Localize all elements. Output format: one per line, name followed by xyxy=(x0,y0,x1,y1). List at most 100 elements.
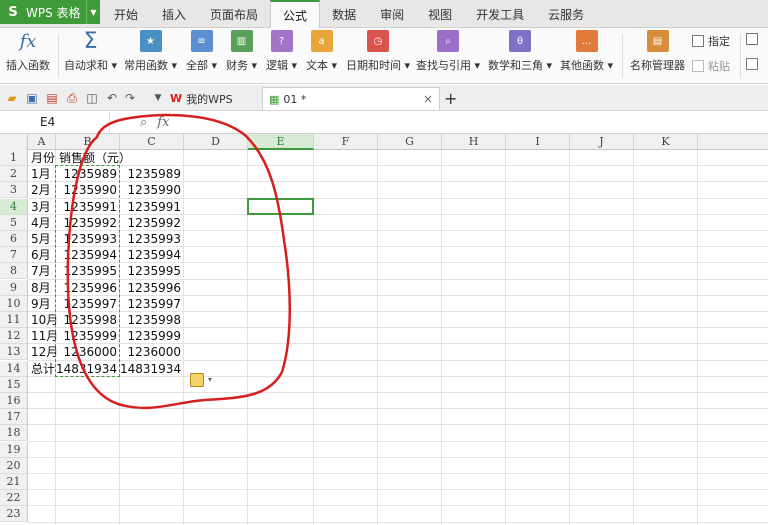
cell-a1[interactable]: 月份 xyxy=(28,150,55,166)
row-header-23[interactable]: 23 xyxy=(0,506,28,523)
row-header-15[interactable]: 15 xyxy=(0,376,28,393)
cell-a7[interactable]: 6月 xyxy=(28,247,53,263)
cell-a2[interactable]: 1月 xyxy=(28,166,53,182)
column-header-a[interactable]: A xyxy=(28,134,56,150)
tab-data[interactable]: 数据 xyxy=(320,0,368,28)
row-header-9[interactable]: 9 xyxy=(0,279,28,296)
row-header-4[interactable]: 4 xyxy=(0,198,28,215)
row-header-10[interactable]: 10 xyxy=(0,295,28,312)
column-header-e[interactable]: E xyxy=(248,134,314,150)
tab-home[interactable]: 开始 xyxy=(102,0,150,28)
paste-names-button[interactable]: 粘贴 xyxy=(692,58,730,74)
name-box[interactable]: E4 xyxy=(0,112,110,133)
trace-precedents-button[interactable] xyxy=(746,33,762,45)
cell-c13[interactable]: 1236000 xyxy=(120,344,181,360)
paste-options-icon[interactable] xyxy=(190,372,204,387)
cell-a3[interactable]: 2月 xyxy=(28,182,53,198)
redo-icon[interactable]: ↷ xyxy=(122,90,138,106)
cell-a14[interactable]: 总计 xyxy=(28,361,55,377)
cell-c3[interactable]: 1235990 xyxy=(120,182,181,198)
insert-function-button[interactable]: fx 插入函数 xyxy=(6,30,50,73)
active-cell-selection[interactable] xyxy=(247,197,314,215)
cell-c9[interactable]: 1235996 xyxy=(120,280,181,296)
autosum-button[interactable]: Σ 自动求和 ▾ xyxy=(64,29,117,73)
tab-view[interactable]: 视图 xyxy=(416,0,464,28)
customize-dropdown-icon[interactable]: ▼ xyxy=(150,90,166,106)
cell-c8[interactable]: 1235995 xyxy=(120,263,181,279)
row-header-13[interactable]: 13 xyxy=(0,344,28,361)
row-header-19[interactable]: 19 xyxy=(0,441,28,458)
row-header-1[interactable]: 1 xyxy=(0,150,28,166)
logic-button[interactable]: ? 逻辑 ▾ xyxy=(266,30,297,73)
new-tab-button[interactable]: + xyxy=(444,87,457,110)
paste-options-dropdown-icon[interactable]: ▾ xyxy=(208,375,212,384)
cell-a5[interactable]: 4月 xyxy=(28,215,53,231)
tab-formulas[interactable]: 公式 xyxy=(270,0,321,28)
cell-c10[interactable]: 1235997 xyxy=(120,296,181,312)
app-dropdown-icon[interactable]: ▼ xyxy=(86,0,100,24)
row-header-2[interactable]: 2 xyxy=(0,166,28,183)
cell-a4[interactable]: 3月 xyxy=(28,199,53,215)
lookup-button[interactable]: ⌕ 查找与引用 ▾ xyxy=(416,30,480,73)
tab-insert[interactable]: 插入 xyxy=(150,0,198,28)
trace-dependents-button[interactable] xyxy=(746,58,762,70)
cell-c2[interactable]: 1235989 xyxy=(120,166,181,182)
column-header-g[interactable]: G xyxy=(378,134,442,150)
name-manager-button[interactable]: ▤ 名称管理器 xyxy=(630,30,685,73)
row-header-6[interactable]: 6 xyxy=(0,231,28,247)
cell-a13[interactable]: 12月 xyxy=(28,344,58,360)
cell-c7[interactable]: 1235994 xyxy=(120,247,181,263)
finance-button[interactable]: ▥ 财务 ▾ xyxy=(226,30,257,73)
print-icon[interactable]: ⎙ xyxy=(64,90,80,106)
column-header-k[interactable]: K xyxy=(634,134,698,150)
all-functions-button[interactable]: ≡ 全部 ▾ xyxy=(186,30,217,73)
row-header-17[interactable]: 17 xyxy=(0,409,28,426)
doc-tab-file[interactable]: ▦ 01 * × xyxy=(262,87,440,110)
cell-a11[interactable]: 10月 xyxy=(28,312,58,328)
row-header-22[interactable]: 22 xyxy=(0,490,28,507)
cell-c12[interactable]: 1235999 xyxy=(120,328,181,344)
row-header-7[interactable]: 7 xyxy=(0,247,28,264)
cell-c5[interactable]: 1235992 xyxy=(120,215,181,231)
column-header-c[interactable]: C xyxy=(120,134,184,150)
cell-a9[interactable]: 8月 xyxy=(28,280,53,296)
print-preview-icon[interactable]: ◫ xyxy=(84,90,100,106)
cell-a8[interactable]: 7月 xyxy=(28,263,53,279)
row-header-21[interactable]: 21 xyxy=(0,474,28,490)
cell-a6[interactable]: 5月 xyxy=(28,231,53,247)
column-header-d[interactable]: D xyxy=(184,134,248,150)
zoom-search-icon[interactable]: ⌕ xyxy=(140,115,147,130)
row-header-11[interactable]: 11 xyxy=(0,312,28,328)
close-tab-icon[interactable]: × xyxy=(423,92,433,106)
cell-b1[interactable]: 销售额（元） xyxy=(56,150,131,166)
math-button[interactable]: θ 数学和三角 ▾ xyxy=(488,30,552,73)
save-icon[interactable]: ▣ xyxy=(24,90,40,106)
common-functions-button[interactable]: ★ 常用函数 ▾ xyxy=(124,30,177,73)
column-header-h[interactable]: H xyxy=(442,134,506,150)
row-header-20[interactable]: 20 xyxy=(0,457,28,474)
row-header-5[interactable]: 5 xyxy=(0,214,28,231)
spreadsheet-grid[interactable]: ABCDEFGHIJK 1 2 3 4 5 6 7 8 9 10 11 12 13 14 15 16 17 18 1… xyxy=(0,134,768,525)
select-all-corner[interactable] xyxy=(0,134,28,150)
app-menu-button[interactable]: S WPS 表格 ▼ xyxy=(0,0,100,24)
row-header-18[interactable]: 18 xyxy=(0,425,28,442)
text-button[interactable]: a 文本 ▾ xyxy=(306,30,337,73)
datetime-button[interactable]: ◷ 日期和时间 ▾ xyxy=(346,30,410,73)
tab-developer[interactable]: 开发工具 xyxy=(464,0,536,28)
fx-icon[interactable]: fx xyxy=(157,115,169,130)
row-header-8[interactable]: 8 xyxy=(0,263,28,280)
row-header-14[interactable]: 14 xyxy=(0,360,28,377)
open-folder-icon[interactable]: ▰ xyxy=(4,90,20,106)
column-header-j[interactable]: J xyxy=(570,134,634,150)
other-functions-button[interactable]: … 其他函数 ▾ xyxy=(560,30,613,73)
cell-c11[interactable]: 1235998 xyxy=(120,312,181,328)
tab-review[interactable]: 审阅 xyxy=(368,0,416,28)
row-header-16[interactable]: 16 xyxy=(0,393,28,409)
row-header-12[interactable]: 12 xyxy=(0,328,28,345)
tab-cloud[interactable]: 云服务 xyxy=(536,0,596,28)
column-header-f[interactable]: F xyxy=(314,134,378,150)
column-header-i[interactable]: I xyxy=(506,134,570,150)
tab-page-layout[interactable]: 页面布局 xyxy=(198,0,270,28)
row-header-3[interactable]: 3 xyxy=(0,182,28,199)
cell-a12[interactable]: 11月 xyxy=(28,328,58,344)
